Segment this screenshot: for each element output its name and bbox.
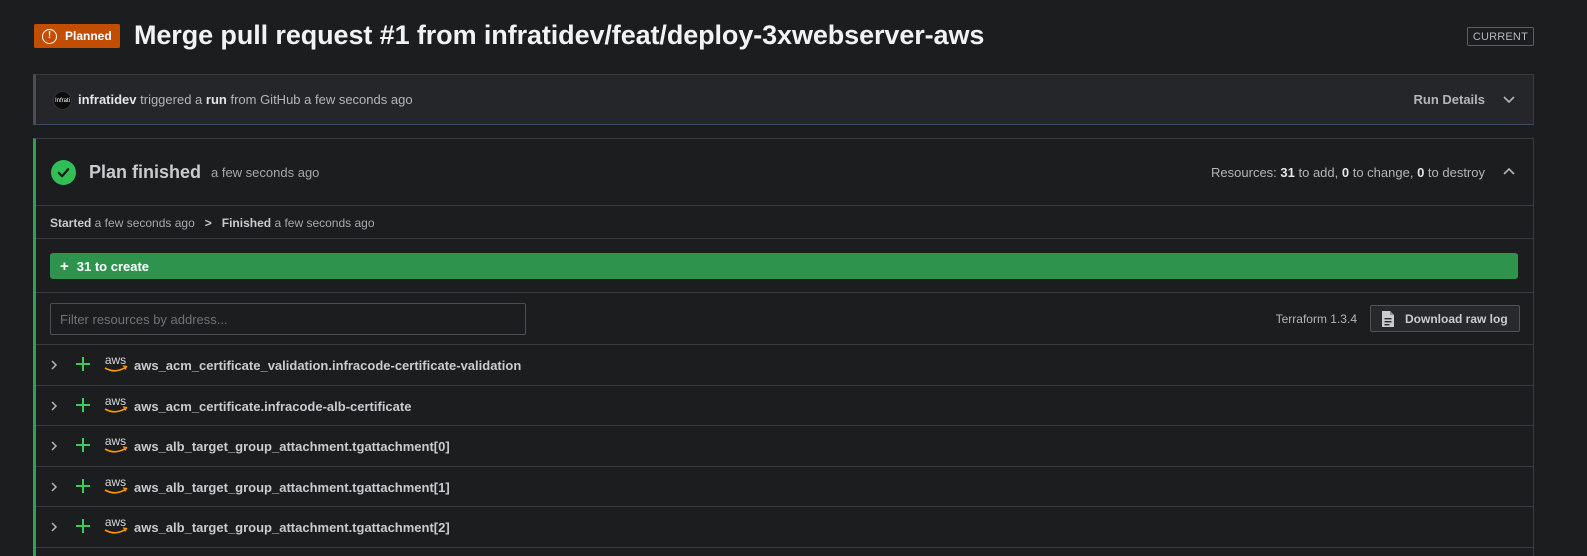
add-text: to add, xyxy=(1294,165,1342,180)
plan-header[interactable]: Plan finished a few seconds ago Resource… xyxy=(36,139,1533,206)
finished-label: Finished xyxy=(221,216,272,230)
document-icon xyxy=(1382,310,1394,327)
run-trigger-bar[interactable]: Infrati infratidev triggered a run from … xyxy=(33,74,1534,125)
plus-icon xyxy=(76,478,90,493)
resource-row[interactable]: aws aws_alb_target_group_attachment.tgat… xyxy=(36,507,1533,548)
resource-address: aws_acm_certificate_validation.infracode… xyxy=(134,358,522,373)
run-page: ! Planned Merge pull request #1 from inf… xyxy=(0,0,1587,556)
plus-icon xyxy=(76,519,90,533)
timeline-text: Started a few seconds ago > Finished a few… xyxy=(50,216,375,230)
trigger-text: infratidev triggered a run from GitHub a… xyxy=(78,92,413,107)
create-summary-bar[interactable]: + 31 to create xyxy=(50,253,1518,279)
filter-resources-input[interactable] xyxy=(50,303,526,335)
svg-text:aws: aws xyxy=(105,394,126,408)
chevron-up-icon[interactable] xyxy=(1501,164,1517,180)
resource-address: aws_alb_target_group_attachment.tgattach… xyxy=(134,439,450,454)
resource-row[interactable]: aws aws_acm_certificate_validation.infra… xyxy=(36,345,1533,386)
resource-address: aws_acm_certificate.infracode-alb-certif… xyxy=(134,398,412,414)
svg-text:aws: aws xyxy=(105,434,126,448)
aws-icon: aws xyxy=(104,353,128,372)
started-label: Started xyxy=(50,216,92,230)
plus-icon xyxy=(76,357,90,371)
chevron-right-icon[interactable] xyxy=(48,440,60,452)
finished-time: a few seconds ago xyxy=(271,216,375,230)
chevron-right-icon[interactable] xyxy=(48,400,60,412)
aws-icon: aws xyxy=(104,394,128,413)
trigger-user[interactable]: infratidev xyxy=(78,92,137,107)
svg-text:aws: aws xyxy=(105,475,126,489)
chevron-right-icon[interactable] xyxy=(48,521,60,533)
resource-row[interactable]: aws aws_alb_target_group_attachment.tgat… xyxy=(36,467,1533,507)
add-count: 31 xyxy=(1280,165,1295,180)
plan-panel: Plan finished a few seconds ago Resource… xyxy=(33,138,1534,556)
resource-address: aws_alb_target_group_attachment.tgattach… xyxy=(134,479,450,495)
plus-icon xyxy=(76,397,90,412)
run-header: ! Planned Merge pull request #1 from inf… xyxy=(34,20,1534,54)
change-summary-row: + 31 to create xyxy=(36,239,1533,293)
chevron-down-icon[interactable] xyxy=(1501,91,1517,107)
filter-row: Terraform 1.3.4 Download raw log xyxy=(36,293,1533,345)
resource-row[interactable]: aws aws_acm_certificate.infracode-alb-ce… xyxy=(36,386,1533,426)
resource-row[interactable]: aws aws_alb_target_group_attachment.tgat… xyxy=(36,426,1533,467)
plus-icon: + xyxy=(60,257,69,275)
destroy-text: to destroy xyxy=(1424,165,1485,180)
timeline-separator: > xyxy=(204,216,212,230)
plan-timeline: Started a few seconds ago > Finished a few… xyxy=(36,206,1533,239)
plan-time: a few seconds ago xyxy=(211,165,320,180)
current-badge: CURRENT xyxy=(1466,27,1534,46)
trigger-run: run xyxy=(205,92,227,107)
check-circle-icon xyxy=(51,160,76,185)
chevron-right-icon[interactable] xyxy=(48,481,60,493)
terraform-version: Terraform 1.3.4 xyxy=(1275,312,1357,326)
download-raw-log-button[interactable]: Download raw log xyxy=(1370,305,1520,332)
aws-icon: aws xyxy=(104,475,128,494)
create-summary-label: 31 to create xyxy=(76,258,150,274)
aws-icon: aws xyxy=(104,515,128,534)
svg-text:aws: aws xyxy=(105,515,126,529)
resources-label: Resources: xyxy=(1211,165,1281,180)
resource-address: aws_alb_target_group_attachment.tgattach… xyxy=(134,520,450,535)
svg-text:aws: aws xyxy=(105,353,126,367)
chevron-right-icon[interactable] xyxy=(48,359,60,371)
page-title: Merge pull request #1 from infratidev/fe… xyxy=(134,20,985,50)
alert-icon: ! xyxy=(42,28,57,44)
download-raw-log-label: Download raw log xyxy=(1405,311,1508,326)
status-badge-label: Planned xyxy=(65,29,112,43)
status-badge: ! Planned xyxy=(34,24,120,48)
plan-title: Plan finished xyxy=(89,162,202,182)
resources-summary: Resources: 31 to add, 0 to change, 0 to … xyxy=(1211,165,1485,180)
trigger-text-source: from GitHub a few seconds ago xyxy=(226,92,413,107)
run-details-button[interactable]: Run Details xyxy=(1413,92,1485,107)
avatar: Infrati xyxy=(53,91,72,110)
trigger-text-part: triggered a xyxy=(136,92,206,107)
resource-list: aws aws_acm_certificate_validation.infra… xyxy=(36,345,1533,548)
plus-icon xyxy=(76,438,90,452)
aws-icon: aws xyxy=(104,434,128,453)
started-time: a few seconds ago xyxy=(91,216,195,230)
change-text: to change, xyxy=(1349,165,1418,180)
